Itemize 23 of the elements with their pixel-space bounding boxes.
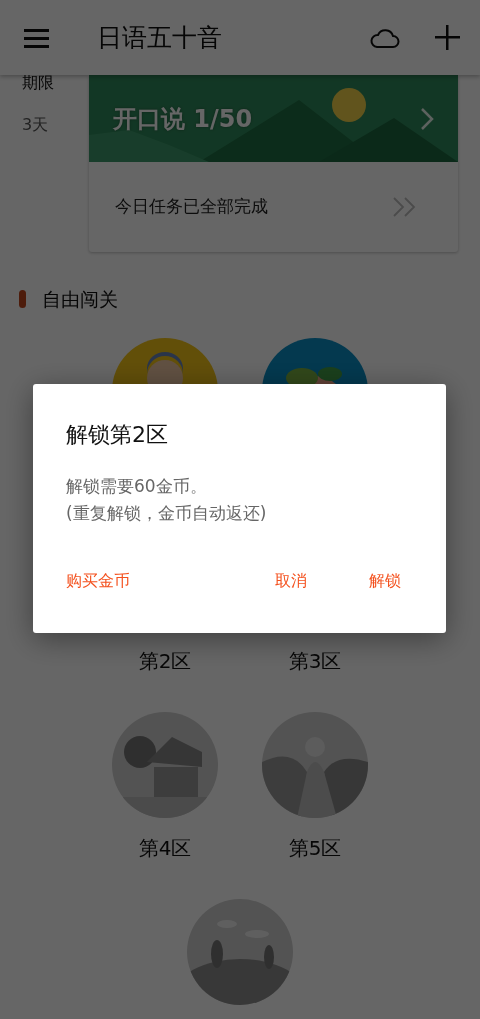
deadline-value: 3天 [22,114,50,136]
zone-label: 第2区 [138,648,192,673]
task-status: 今日任务已全部完成 [115,195,268,219]
zone-label: 第4区 [138,835,192,860]
section-marker [19,290,26,309]
menu-icon [24,27,49,49]
dialog-title: 解锁第2区 [66,421,169,449]
cloud-icon [369,27,400,49]
zone-label: 第5区 [288,835,342,860]
dialog-button[interactable]: 购买金币 [66,563,130,600]
add-button[interactable] [435,25,460,50]
dialog-button[interactable]: 解锁 [369,563,401,600]
plus-icon [435,25,460,50]
app-title: 日语五十音 [97,21,223,54]
deadline-label: 期限 [22,72,55,94]
dialog-message: 解锁需要60金币。 (重复解锁，金币自动返还) [66,475,268,526]
banner-title: 开口说 1/50 [113,103,253,135]
section-title: 自由闯关 [42,287,118,312]
chevron-right-icon [420,106,434,131]
speaking-banner[interactable]: 开口说 1/50 [89,75,458,162]
double-chevron-icon [393,197,416,217]
zone-label: 第3区 [288,648,342,673]
dialog-button[interactable]: 取消 [275,563,307,600]
